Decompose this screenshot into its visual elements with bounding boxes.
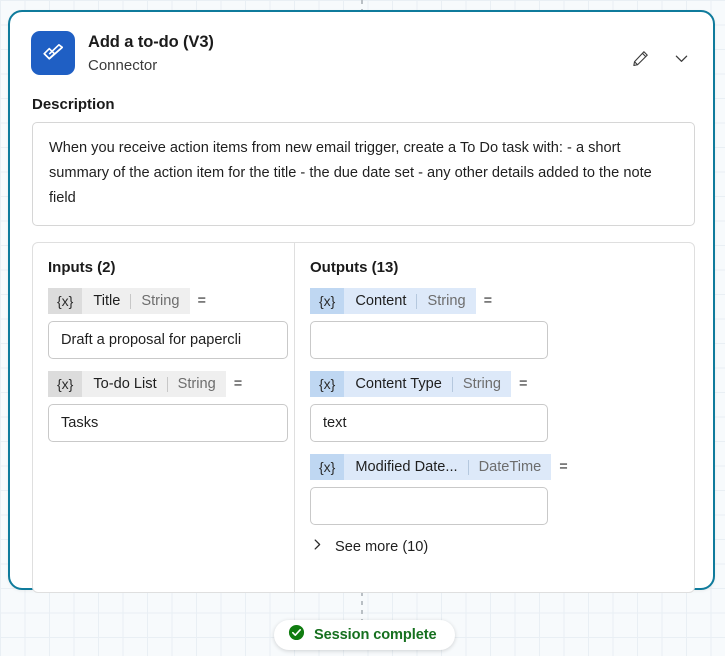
outputs-heading: Outputs (13) [310,259,399,276]
equals-sign: = [197,293,207,309]
chip-divider [166,376,168,392]
input-param-chip[interactable]: {x} To-do List String [48,371,226,397]
header-actions [630,48,691,68]
input-param-name: To-do List [93,376,157,392]
status-badge-label: Session complete [314,627,437,643]
chip-divider [130,293,132,309]
checkmark-badge-icon [31,31,75,75]
input-param-type: String [177,376,216,392]
input-row[interactable]: {x} To-do List String = [48,371,286,397]
input-row[interactable]: {x} Title String = [48,288,286,314]
header-text-group: Add a to-do (V3) Connector [88,31,214,76]
description-box[interactable]: When you receive action items from new e… [32,122,695,226]
input-param-type: String [141,293,180,309]
connector-card[interactable]: Add a to-do (V3) Connector Description W… [8,10,715,593]
output-param-name: Modified Date... [355,459,458,475]
output-param-type: String [462,376,502,392]
outputs-column: Outputs (13) {x} Content String = {x} Co… [295,243,694,592]
equals-sign: = [559,459,568,475]
output-param-chip[interactable]: {x} Content String [310,288,476,314]
chip-divider [451,376,453,392]
io-panel: Inputs (2) {x} Title String = Draft a pr… [32,242,695,593]
description-label: Description [32,96,115,113]
output-param-name: Content [355,293,407,309]
expression-token-icon: {x} [310,371,345,397]
input-param-chip[interactable]: {x} Title String [48,288,190,314]
see-more-button[interactable]: See more (10) [311,537,686,557]
card-subtitle: Connector [88,57,158,74]
expression-token-icon: {x} [48,371,83,397]
expression-token-icon: {x} [48,288,83,314]
output-param-chip[interactable]: {x} Modified Date... DateTime [310,454,552,480]
input-param-name: Title [93,293,121,309]
equals-sign: = [519,376,528,392]
pencil-icon[interactable] [630,48,650,68]
expression-token-icon: {x} [310,454,345,480]
chevron-down-icon[interactable] [671,48,691,68]
output-param-name: Content Type [355,376,442,392]
output-value-field[interactable]: text [310,404,548,442]
chip-divider [467,459,469,475]
card-header: Add a to-do (V3) Connector [10,12,713,76]
output-param-type: String [427,293,466,309]
input-value-field[interactable]: Tasks [48,404,288,442]
inputs-column: Inputs (2) {x} Title String = Draft a pr… [33,243,295,592]
chevron-right-icon [311,537,324,557]
output-row[interactable]: {x} Content String = [310,288,686,314]
output-value-field[interactable] [310,321,548,359]
output-row[interactable]: {x} Modified Date... DateTime = [310,454,686,480]
output-value-field[interactable] [310,487,548,525]
expression-token-icon: {x} [310,288,345,314]
equals-sign: = [483,293,493,309]
description-text: When you receive action items from new e… [49,140,652,206]
inputs-heading: Inputs (2) [48,259,116,276]
see-more-label: See more (10) [335,539,429,555]
status-badge: Session complete [274,620,455,650]
output-row[interactable]: {x} Content Type String = [310,371,686,397]
equals-sign: = [233,376,243,392]
card-title: Add a to-do (V3) [88,33,214,51]
output-param-type: DateTime [478,459,542,475]
output-param-chip[interactable]: {x} Content Type String [310,371,512,397]
input-value-field[interactable]: Draft a proposal for papercli [48,321,288,359]
chip-divider [416,293,418,309]
check-circle-icon [288,624,305,646]
